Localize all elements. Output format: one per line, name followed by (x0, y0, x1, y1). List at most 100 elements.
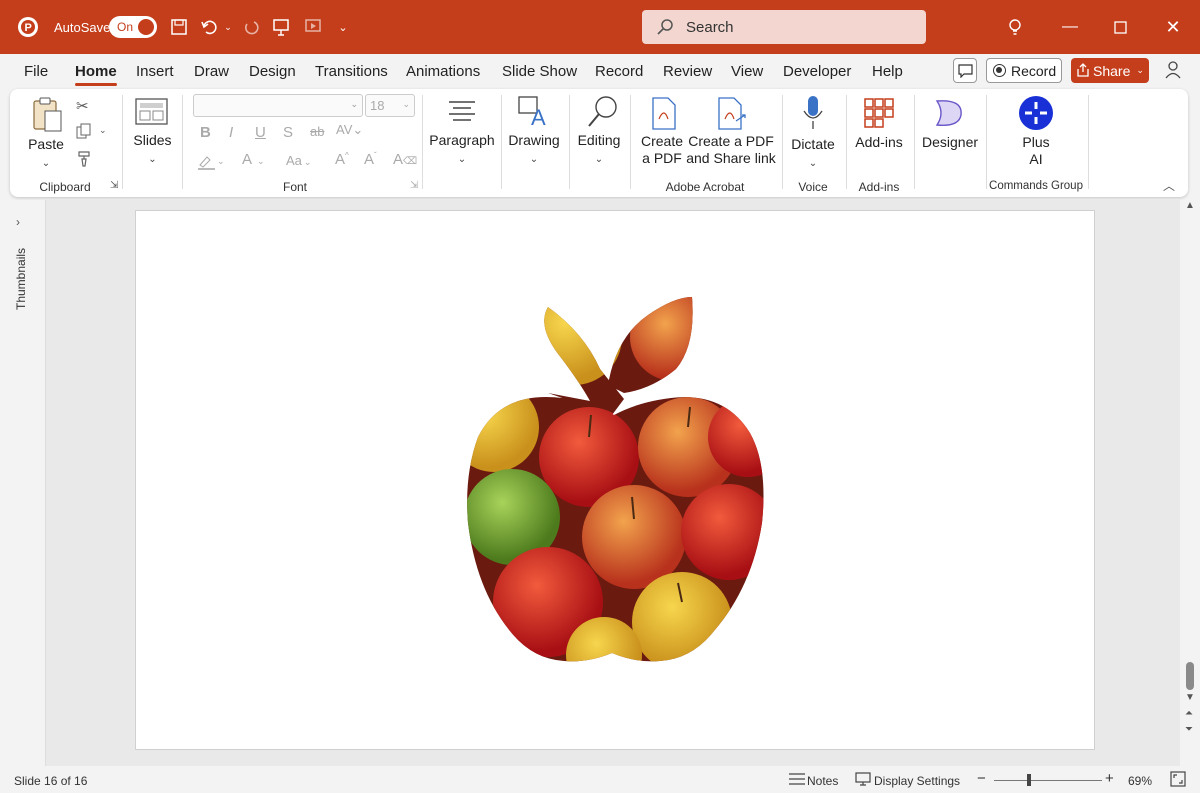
divider (846, 95, 847, 189)
slides-button[interactable]: Slides ⌄ (130, 132, 175, 168)
autosave-toggle[interactable]: On (109, 16, 157, 38)
save-icon[interactable] (168, 14, 190, 40)
drawing-button[interactable]: Drawing ⌄ (506, 132, 562, 168)
minimize-icon[interactable]: — (1060, 14, 1080, 40)
designer-label: Designer (921, 134, 979, 150)
shadow-icon[interactable]: S (283, 124, 293, 141)
dictate-button[interactable]: Dictate ⌄ (788, 136, 838, 172)
apple-shaped-picture[interactable] (464, 297, 768, 663)
tab-transitions[interactable]: Transitions (315, 63, 388, 80)
next-slide-icon[interactable]: ⏷ (1185, 724, 1193, 735)
divider (782, 95, 783, 189)
character-spacing-icon[interactable]: AV⌄ (336, 122, 363, 138)
increase-font-size-icon[interactable]: A^ (335, 151, 349, 168)
scroll-down-icon[interactable]: ▼ (1185, 692, 1195, 703)
font-name-select[interactable]: ⌄ (193, 94, 363, 117)
toggle-state: On (117, 20, 134, 34)
expand-thumbnails-icon[interactable]: › (16, 215, 20, 229)
add-ins-group-label: Add-ins (858, 180, 900, 194)
tab-draw[interactable]: Draw (194, 63, 229, 80)
create-pdf-line1: Create (640, 133, 684, 149)
create-share-pdf-button[interactable]: Create a PDF and Share link (686, 133, 776, 167)
clear-formatting-icon[interactable]: A⌫ (393, 151, 417, 168)
tab-slide-show[interactable]: Slide Show (502, 63, 577, 80)
scroll-up-icon[interactable]: ▲ (1185, 200, 1195, 211)
zoom-slider[interactable] (994, 774, 1102, 786)
font-launcher-icon[interactable]: ⇲ (410, 180, 418, 191)
tab-file[interactable]: File (24, 63, 48, 80)
clipboard-group-label: Clipboard (39, 180, 91, 194)
zoom-level[interactable]: 69% (1128, 774, 1152, 788)
format-painter-icon[interactable] (76, 149, 94, 171)
copy-dropdown-icon[interactable]: ⌄ (99, 125, 107, 136)
paste-button[interactable]: Paste ⌄ (26, 136, 66, 172)
designer-button[interactable]: Designer (918, 134, 982, 151)
present-from-beginning-icon[interactable] (270, 14, 292, 40)
create-pdf-button[interactable]: Create a PDF (636, 133, 688, 167)
comments-button[interactable] (953, 58, 977, 83)
scrollbar-thumb[interactable] (1186, 662, 1194, 690)
font-group-label: Font (282, 180, 307, 194)
tab-insert[interactable]: Insert (136, 63, 174, 80)
bold-icon[interactable]: B (200, 124, 211, 141)
decrease-font-size-icon[interactable]: Aˇ (364, 151, 377, 168)
search-box[interactable]: Search (642, 10, 926, 44)
adobe-acrobat-group-label: Adobe Acrobat (665, 180, 745, 194)
font-size-select[interactable]: 18 ⌄ (365, 94, 415, 117)
font-size-dropdown-icon: ⌄ (402, 99, 410, 109)
tab-home[interactable]: Home (75, 63, 117, 86)
divider (422, 95, 423, 189)
divider (914, 95, 915, 189)
present-from-current-icon[interactable] (302, 14, 324, 40)
paste-icon (30, 97, 64, 133)
font-size-value: 18 (370, 98, 385, 113)
present-coach-icon[interactable] (1164, 60, 1184, 83)
paragraph-dropdown-icon: ⌄ (457, 154, 467, 165)
plus-ai-line1: Plus (1022, 134, 1050, 150)
undo-dropdown-icon[interactable]: ⌄ (222, 14, 234, 40)
tab-review[interactable]: Review (663, 63, 712, 80)
redo-icon[interactable] (240, 14, 262, 40)
tab-developer[interactable]: Developer (783, 63, 851, 80)
change-case-icon[interactable]: Aa ⌄ (286, 153, 311, 168)
zoom-out-icon[interactable]: − (977, 770, 986, 787)
strikethrough-icon[interactable]: ab (310, 124, 324, 139)
plus-ai-button[interactable]: Plus AI (1010, 134, 1062, 168)
italic-icon[interactable]: I (229, 124, 233, 141)
lightbulb-icon[interactable] (1005, 14, 1025, 40)
close-icon[interactable]: ✕ (1163, 14, 1183, 40)
notes-button[interactable]: Notes (807, 774, 838, 788)
highlight-icon[interactable]: ⌄ (197, 153, 225, 175)
tab-view[interactable]: View (731, 63, 763, 80)
zoom-slider-thumb[interactable] (1027, 774, 1031, 786)
paragraph-button[interactable]: Paragraph ⌄ (428, 132, 496, 168)
editing-dropdown-icon: ⌄ (594, 154, 604, 165)
share-button[interactable]: Share ⌄ (1071, 58, 1149, 83)
customize-toolbar-icon[interactable]: ⌄ (336, 14, 350, 40)
add-ins-button[interactable]: Add-ins (850, 134, 908, 151)
editing-button[interactable]: Editing ⌄ (573, 132, 625, 168)
copy-icon[interactable] (76, 123, 92, 143)
collapse-ribbon-icon[interactable]: ︿ (1163, 177, 1175, 194)
fit-to-window-icon[interactable] (1170, 771, 1186, 790)
underline-icon[interactable]: U (255, 124, 266, 141)
clipboard-launcher-icon[interactable]: ⇲ (110, 180, 118, 191)
font-color-icon[interactable]: A ⌄ (242, 151, 265, 168)
undo-icon[interactable] (198, 14, 220, 40)
vertical-scrollbar[interactable]: ▲ ▼ ⏶ ⏷ (1182, 200, 1198, 766)
share-icon (1077, 63, 1089, 77)
previous-slide-icon[interactable]: ⏶ (1185, 708, 1193, 719)
tab-help[interactable]: Help (872, 63, 903, 80)
tab-record[interactable]: Record (595, 63, 643, 80)
tab-design[interactable]: Design (249, 63, 296, 80)
slide-canvas[interactable] (135, 210, 1095, 750)
display-settings-button[interactable]: Display Settings (874, 774, 960, 788)
record-button[interactable]: Record (986, 58, 1062, 83)
record-icon (993, 64, 1006, 77)
tab-animations[interactable]: Animations (406, 63, 480, 80)
thumbnails-label[interactable]: Thumbnails (14, 248, 28, 310)
zoom-in-icon[interactable]: + (1105, 770, 1114, 787)
cut-icon[interactable]: ✂ (76, 97, 89, 115)
ribbon-tabs: File Home Insert Draw Design Transitions… (0, 54, 1200, 88)
maximize-icon[interactable] (1110, 14, 1130, 40)
